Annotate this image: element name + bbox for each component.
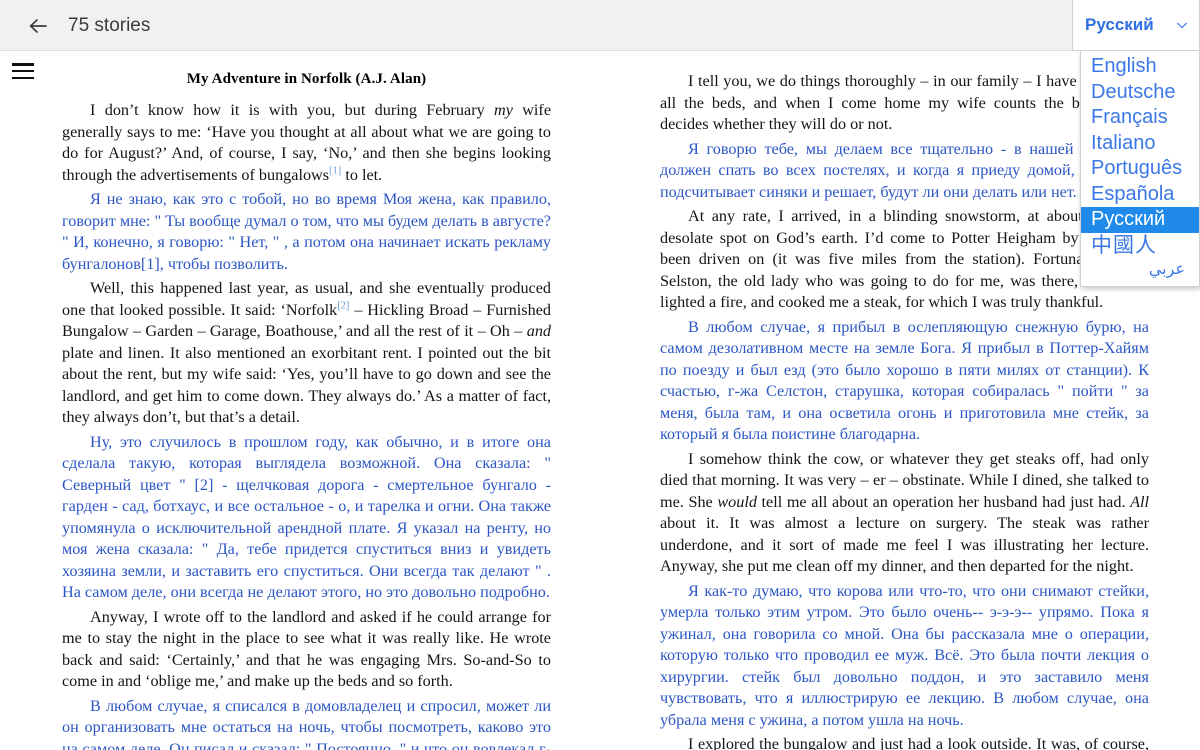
left-column: My Adventure in Norfolk (A.J. Alan) I do… bbox=[62, 52, 551, 750]
language-option-6[interactable]: Русский bbox=[1081, 207, 1199, 233]
language-option-0[interactable]: English bbox=[1081, 54, 1199, 80]
language-dropdown-menu[interactable]: English Deutsche Français Italiano Português… bbox=[1080, 51, 1200, 287]
language-option-1[interactable]: Deutsche bbox=[1081, 80, 1199, 106]
paragraph-en: Anyway, I wrote off to the landlord and … bbox=[62, 607, 551, 691]
paragraph-en: I explored the bungalow and just had a l… bbox=[688, 735, 1149, 750]
emphasis-text: my bbox=[494, 101, 513, 119]
emphasis-text: would bbox=[717, 492, 757, 511]
language-option-5[interactable]: Española bbox=[1081, 182, 1199, 208]
paragraph-ru: В любом случае, я прибыл в ослепляющую с… bbox=[660, 317, 1149, 444]
paragraph-ru: Ну, это случилось в прошлом году, как об… bbox=[62, 432, 551, 602]
chevron-down-icon bbox=[1177, 22, 1187, 29]
language-selector: Русский English Deutsche Français Italiano P… bbox=[1072, 0, 1200, 287]
language-option-8[interactable]: عربي bbox=[1081, 258, 1199, 282]
footnote-ref-2[interactable]: [2] bbox=[337, 300, 349, 311]
paragraph-en: Well, this happened last year, as usual,… bbox=[62, 278, 551, 429]
emphasis-text: and bbox=[526, 322, 551, 340]
language-select-box[interactable]: Русский bbox=[1072, 0, 1200, 51]
language-option-7[interactable]: 中國人 bbox=[1081, 233, 1199, 259]
paragraph-text: I don’t know how it is with you, but dur… bbox=[90, 101, 495, 119]
paragraph-ru: В любом случае, я списался в домовладеле… bbox=[62, 696, 551, 750]
page-title: 75 stories bbox=[68, 15, 151, 36]
footnote-ref-1[interactable]: [1] bbox=[329, 165, 341, 176]
document-area: My Adventure in Norfolk (A.J. Alan) I do… bbox=[0, 52, 1200, 750]
paragraph-text: to let. bbox=[341, 165, 383, 184]
paragraph-ru: Я как-то думаю, что корова или что-то, ч… bbox=[660, 581, 1149, 729]
paragraph-text: tell me all about an operation her husba… bbox=[756, 492, 1131, 511]
app-bar: 75 stories bbox=[0, 0, 1200, 51]
back-button[interactable] bbox=[24, 12, 52, 40]
paragraph-ru: Я не знаю, как это с тобой, но во время … bbox=[62, 190, 551, 273]
language-selected-label: Русский bbox=[1085, 15, 1154, 34]
language-option-4[interactable]: Português bbox=[1081, 156, 1199, 182]
paragraph-text: about it. It was almost a lecture on sur… bbox=[660, 514, 1149, 575]
language-option-2[interactable]: Français bbox=[1081, 105, 1199, 131]
arrow-left-icon bbox=[29, 19, 47, 33]
paragraph-text: At any rate, I arrived, in a blinding sn… bbox=[688, 207, 1091, 225]
paragraph-en: I don’t know how it is with you, but dur… bbox=[62, 100, 551, 186]
paragraph-en: I somehow think the cow, or whatever the… bbox=[660, 449, 1149, 578]
story-title: My Adventure in Norfolk (A.J. Alan) bbox=[186, 71, 427, 87]
paragraph-text: plate and linen. It also mentioned an ex… bbox=[62, 343, 551, 427]
emphasis-text: All bbox=[1130, 492, 1149, 511]
language-option-3[interactable]: Italiano bbox=[1081, 131, 1199, 157]
